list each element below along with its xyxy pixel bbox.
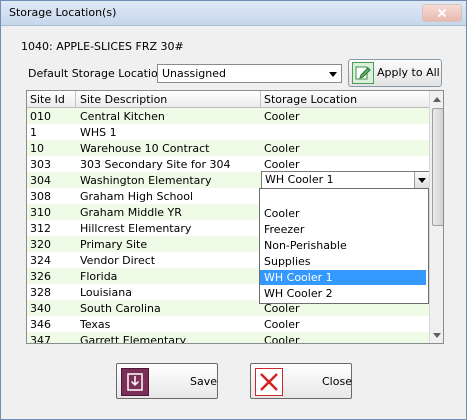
storage-location-cell[interactable]: Cooler (264, 158, 300, 171)
apply-to-all-button[interactable]: Apply to All (348, 59, 442, 87)
save-label: Save (190, 375, 218, 388)
site-id-cell: 308 (30, 190, 51, 203)
table-row[interactable]: 346 Texas Cooler (27, 316, 429, 332)
storage-location-cell[interactable]: Cooler (264, 318, 300, 331)
storage-location-cell[interactable]: Cooler (264, 334, 300, 343)
storage-location-cell[interactable]: Cooler (264, 110, 300, 123)
window-close-button[interactable] (422, 4, 462, 22)
grid-header: Site Id Site Description Storage Locatio… (27, 91, 429, 108)
storage-location-window: Storage Location(s) 1040: APPLE-SLICES F… (0, 0, 467, 420)
site-description-cell: Vendor Direct (80, 254, 156, 267)
dropdown-option-wh-cooler-1[interactable]: WH Cooler 1 (260, 270, 426, 285)
site-description-cell: Florida (80, 270, 118, 283)
site-id-cell: 312 (30, 222, 51, 235)
column-header-site-id[interactable]: Site Id (30, 93, 65, 106)
scrollbar-thumb[interactable] (432, 108, 443, 226)
site-id-cell: 326 (30, 270, 51, 283)
dialog-content: 1040: APPLE-SLICES FRZ 30# Default Stora… (1, 26, 466, 419)
table-row[interactable]: 303 303 Secondary Site for 304 Cooler (27, 156, 429, 172)
site-description-cell: Graham Middle YR (80, 206, 182, 219)
window-title: Storage Location(s) (9, 6, 117, 19)
storage-location-dropdown-list: Cooler Freezer Non-Perishable Supplies W… (259, 188, 429, 304)
default-storage-label: Default Storage Location: (28, 67, 169, 80)
storage-location-combo[interactable]: WH Cooler 1 (261, 171, 430, 189)
default-storage-select[interactable]: Unassigned (157, 64, 342, 83)
site-id-cell: 340 (30, 302, 51, 315)
table-row[interactable]: 347 Garrett Elementary Cooler (27, 332, 429, 344)
site-id-cell: 320 (30, 238, 51, 251)
apply-to-all-label: Apply to All (377, 66, 440, 79)
site-id-cell: 347 (30, 334, 51, 344)
table-row[interactable]: 10 Warehouse 10 Contract Cooler (27, 140, 429, 156)
site-description-cell: Primary Site (80, 238, 148, 251)
site-description-cell: Warehouse 10 Contract (80, 142, 210, 155)
site-description-cell: Louisiana (80, 286, 132, 299)
site-description-cell: South Carolina (80, 302, 161, 315)
site-id-cell: 310 (30, 206, 51, 219)
column-header-storage-location[interactable]: Storage Location (264, 93, 357, 106)
site-description-cell: Texas (80, 318, 111, 331)
site-description-cell: Hillcrest Elementary (80, 222, 192, 235)
chevron-down-icon[interactable] (414, 172, 429, 188)
default-storage-value: Unassigned (162, 67, 226, 80)
site-description-cell: Central Kitchen (80, 110, 165, 123)
dropdown-option-supplies[interactable]: Supplies (260, 254, 426, 269)
chevron-down-icon[interactable] (325, 66, 340, 81)
save-button[interactable]: Save (116, 363, 218, 399)
site-id-cell: 010 (30, 110, 51, 123)
site-description-cell: 303 Secondary Site for 304 (80, 158, 231, 171)
scroll-up-arrow-icon[interactable] (430, 91, 443, 106)
save-icon (121, 368, 149, 396)
dropdown-option-freezer[interactable]: Freezer (260, 222, 426, 237)
item-title: 1040: APPLE-SLICES FRZ 30# (21, 40, 184, 53)
title-bar[interactable]: Storage Location(s) (1, 1, 466, 26)
close-button[interactable]: Close (250, 363, 352, 399)
vertical-scrollbar[interactable] (429, 91, 443, 343)
scroll-down-arrow-icon[interactable] (430, 328, 443, 343)
site-description-cell: Graham High School (80, 190, 194, 203)
site-description-cell: Washington Elementary (80, 174, 212, 187)
dropdown-option-cooler[interactable]: Cooler (260, 206, 426, 221)
column-header-site-description[interactable]: Site Description (80, 93, 167, 106)
close-icon (255, 368, 283, 396)
storage-location-cell[interactable]: Cooler (264, 142, 300, 155)
close-label: Close (322, 375, 352, 388)
storage-location-combo-value: WH Cooler 1 (265, 173, 334, 186)
dropdown-option-non-perishable[interactable]: Non-Perishable (260, 238, 426, 253)
dropdown-option-blank[interactable] (260, 190, 426, 205)
site-id-cell: 304 (30, 174, 51, 187)
table-row[interactable]: 010 Central Kitchen Cooler (27, 108, 429, 124)
site-id-cell: 324 (30, 254, 51, 267)
dropdown-option-wh-cooler-2[interactable]: WH Cooler 2 (260, 286, 426, 301)
site-description-cell: WHS 1 (80, 126, 117, 139)
table-row[interactable]: 1 WHS 1 (27, 124, 429, 140)
site-id-cell: 10 (30, 142, 44, 155)
site-id-cell: 346 (30, 318, 51, 331)
site-description-cell: Garrett Elementary (80, 334, 187, 344)
site-id-cell: 303 (30, 158, 51, 171)
edit-icon (352, 62, 374, 84)
site-id-cell: 1 (30, 126, 37, 139)
site-id-cell: 328 (30, 286, 51, 299)
